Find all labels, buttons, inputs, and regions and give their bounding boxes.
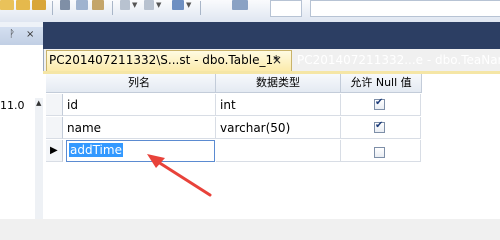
save-icon[interactable] xyxy=(32,0,46,10)
checkmark-icon: ✔ xyxy=(375,120,384,131)
column-name-header[interactable]: 列名 xyxy=(63,74,216,93)
allow-null-checkbox[interactable]: ✔ xyxy=(374,120,385,133)
tab-table-1-label: PC201407211332\S...st - dbo.Table_1* xyxy=(49,53,280,67)
checkmark-icon: ✔ xyxy=(375,97,384,108)
cut-icon[interactable] xyxy=(60,0,70,10)
scroll-up-icon[interactable]: ▲ xyxy=(36,99,41,107)
copy-icon[interactable] xyxy=(76,0,88,10)
toolbar-separator xyxy=(52,1,53,15)
undo-icon[interactable] xyxy=(120,0,130,10)
main-toolbar: ▼ ▼ ▼ xyxy=(0,0,500,23)
tab-close-icon[interactable]: × xyxy=(272,53,282,67)
selector-column-header xyxy=(46,74,64,93)
allow-null-checkbox[interactable]: ✔ xyxy=(374,97,385,110)
data-type-cell[interactable]: varchar(50) xyxy=(216,117,341,139)
column-name-input-text: addTime xyxy=(69,143,123,157)
properties-icon[interactable] xyxy=(232,0,248,10)
row-selector[interactable] xyxy=(46,117,63,139)
column-name-cell[interactable]: name xyxy=(63,121,101,135)
navigate-icon[interactable] xyxy=(172,0,184,10)
server-version-text: 11.0 xyxy=(0,99,25,112)
object-explorer-header xyxy=(0,27,43,45)
table-row: id xyxy=(63,94,216,116)
allow-null-checkbox[interactable] xyxy=(374,147,385,158)
data-type-header[interactable]: 数据类型 xyxy=(216,74,341,93)
undo-dropdown-icon[interactable]: ▼ xyxy=(132,1,137,9)
data-type-cell[interactable]: int xyxy=(216,94,341,116)
tab-teaname[interactable]: PC201407211332...e - dbo.TeaName xyxy=(297,53,500,67)
current-row-arrow-icon: ▶ xyxy=(50,145,58,156)
document-tabstrip xyxy=(43,22,500,49)
redo-dropdown-icon[interactable]: ▼ xyxy=(156,1,161,9)
row-selector[interactable] xyxy=(46,94,63,116)
allow-null-header[interactable]: 允许 Null 值 xyxy=(341,74,422,93)
pin-icon[interactable]: ᚹ xyxy=(9,29,15,40)
toolbar-separator xyxy=(200,1,201,15)
column-name-input[interactable]: addTime xyxy=(66,140,215,162)
table-row: name xyxy=(63,117,216,139)
toolbar-combo-box[interactable] xyxy=(270,0,302,17)
navigate-dropdown-icon[interactable]: ▼ xyxy=(186,1,191,9)
close-pane-icon[interactable]: × xyxy=(26,29,34,40)
toolbar-search-box[interactable] xyxy=(310,0,500,17)
redo-icon[interactable] xyxy=(144,0,154,10)
new-project-icon[interactable] xyxy=(0,0,14,10)
data-type-cell[interactable] xyxy=(216,140,341,162)
open-icon[interactable] xyxy=(16,0,30,10)
paste-icon[interactable] xyxy=(92,0,104,10)
toolbar-separator xyxy=(112,1,113,15)
column-name-cell[interactable]: id xyxy=(63,98,78,112)
object-explorer-scrollbar[interactable] xyxy=(35,98,43,219)
